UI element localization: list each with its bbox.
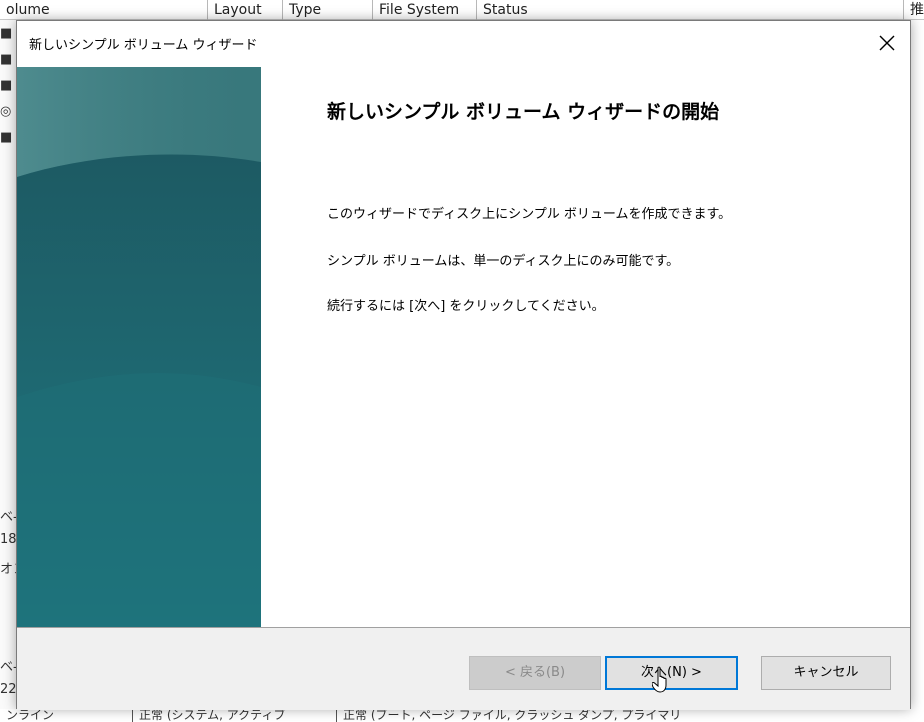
volume-row-fragment: ■ S: [0, 78, 16, 93]
column-header-type[interactable]: Type: [283, 0, 373, 20]
volume-row-fragment: ■ :: [0, 130, 16, 145]
column-header-volume[interactable]: olume: [0, 0, 208, 20]
wizard-description-line-2: シンプル ボリュームは、単一のディスク上にのみ可能です。: [327, 254, 680, 269]
new-simple-volume-wizard-dialog: 新しいシンプル ボリューム ウィザード 新しいシンプル ボリューム ウィザードの…: [16, 20, 911, 710]
column-header-status[interactable]: Status: [477, 0, 904, 20]
column-header-file-system[interactable]: File System: [373, 0, 477, 20]
column-header-extra[interactable]: 推: [904, 0, 924, 20]
partition-status-system[interactable]: 正常 (システム, アクティブ: [132, 709, 330, 722]
back-button[interactable]: < 戻る(B): [469, 656, 601, 690]
wizard-heading: 新しいシンプル ボリューム ウィザードの開始: [327, 101, 720, 123]
wizard-description-line-1: このウィザードでディスク上にシンプル ボリュームを作成できます。: [327, 207, 732, 222]
volume-list-header: olume Layout Type File System Status 推: [0, 0, 924, 20]
disk-label-fragment: オン: [0, 562, 16, 577]
disk-status-online: ンライン: [6, 709, 55, 722]
column-header-layout[interactable]: Layout: [208, 0, 283, 20]
disk-label-fragment: 22: [0, 682, 16, 697]
partition-status-boot[interactable]: 正常 (ブート, ページ ファイル, クラッシュ ダンプ, プライマリ: [336, 709, 766, 722]
close-icon: [879, 35, 895, 51]
dialog-titlebar[interactable]: 新しいシンプル ボリューム ウィザード: [17, 21, 910, 67]
disk-label-fragment: ベ-: [0, 510, 16, 525]
volume-row-fragment: ■: [0, 26, 13, 41]
dialog-title: 新しいシンプル ボリューム ウィザード: [29, 38, 258, 53]
banner-wave-graphic: [17, 67, 261, 627]
background-disk-strip: ンライン 正常 (システム, アクティブ 正常 (ブート, ページ ファイル, …: [0, 709, 924, 722]
wizard-footer: < 戻る(B) 次へ(N) > キャンセル: [17, 628, 910, 710]
close-button[interactable]: [864, 21, 910, 67]
volume-row-fragment: ■ (: [0, 52, 16, 67]
wizard-banner-image: [17, 67, 261, 627]
volume-row-fragment: ◎ l: [0, 104, 16, 119]
disk-label-fragment: ベ-: [0, 660, 16, 675]
cancel-button[interactable]: キャンセル: [761, 656, 891, 690]
background-volume-list-edge: ■ ■ ( ■ S ◎ l ■ : ベ- 18 オン ベ- 22: [0, 20, 16, 722]
disk-label-fragment: 18: [0, 532, 16, 547]
mouse-cursor-icon: [652, 666, 667, 693]
wizard-description-line-3: 続行するには [次へ] をクリックしてください。: [327, 299, 605, 314]
